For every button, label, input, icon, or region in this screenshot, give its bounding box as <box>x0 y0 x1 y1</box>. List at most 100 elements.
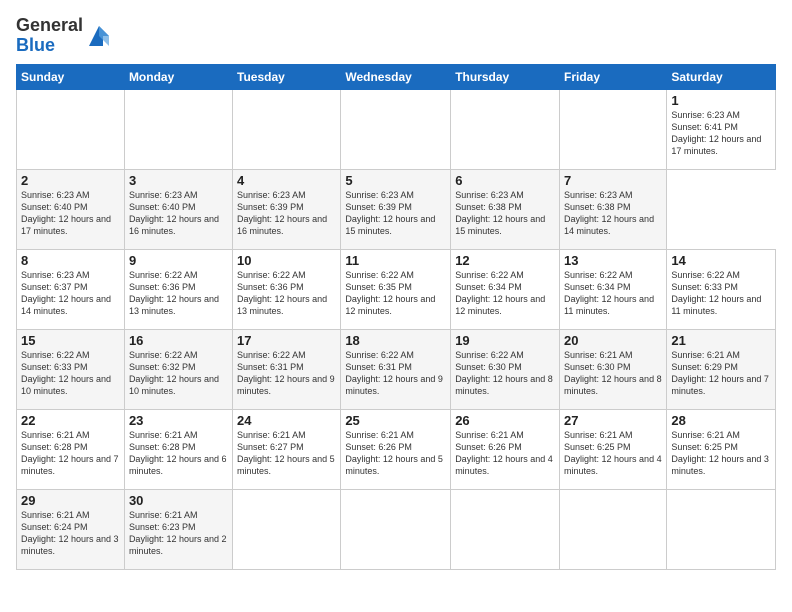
day-detail: Sunrise: 6:23 AMSunset: 6:40 PMDaylight:… <box>129 190 219 236</box>
header: General Blue <box>16 16 776 56</box>
day-number: 24 <box>237 413 336 428</box>
page: General Blue Sunday Monday Tuesday <box>0 0 792 612</box>
day-detail: Sunrise: 6:21 AMSunset: 6:26 PMDaylight:… <box>345 430 443 476</box>
col-thursday: Thursday <box>451 64 560 89</box>
day-detail: Sunrise: 6:21 AMSunset: 6:28 PMDaylight:… <box>21 430 119 476</box>
day-number: 1 <box>671 93 771 108</box>
col-tuesday: Tuesday <box>233 64 341 89</box>
col-wednesday: Wednesday <box>341 64 451 89</box>
day-detail: Sunrise: 6:21 AMSunset: 6:26 PMDaylight:… <box>455 430 553 476</box>
day-number: 4 <box>237 173 336 188</box>
calendar-week-row: 8 Sunrise: 6:23 AMSunset: 6:37 PMDayligh… <box>17 249 776 329</box>
day-number: 26 <box>455 413 555 428</box>
col-friday: Friday <box>560 64 667 89</box>
calendar-cell: 23 Sunrise: 6:21 AMSunset: 6:28 PMDaylig… <box>124 409 232 489</box>
day-number: 8 <box>21 253 120 268</box>
calendar-table: Sunday Monday Tuesday Wednesday Thursday… <box>16 64 776 570</box>
col-saturday: Saturday <box>667 64 776 89</box>
day-number: 21 <box>671 333 771 348</box>
day-number: 5 <box>345 173 446 188</box>
day-detail: Sunrise: 6:21 AMSunset: 6:25 PMDaylight:… <box>671 430 769 476</box>
col-sunday: Sunday <box>17 64 125 89</box>
day-number: 25 <box>345 413 446 428</box>
day-detail: Sunrise: 6:23 AMSunset: 6:39 PMDaylight:… <box>345 190 435 236</box>
day-detail: Sunrise: 6:22 AMSunset: 6:35 PMDaylight:… <box>345 270 435 316</box>
day-number: 29 <box>21 493 120 508</box>
day-detail: Sunrise: 6:22 AMSunset: 6:33 PMDaylight:… <box>21 350 111 396</box>
day-detail: Sunrise: 6:22 AMSunset: 6:36 PMDaylight:… <box>129 270 219 316</box>
calendar-cell: 2 Sunrise: 6:23 AMSunset: 6:40 PMDayligh… <box>17 169 125 249</box>
calendar-cell: 6 Sunrise: 6:23 AMSunset: 6:38 PMDayligh… <box>451 169 560 249</box>
calendar-cell: 10 Sunrise: 6:22 AMSunset: 6:36 PMDaylig… <box>233 249 341 329</box>
logo: General Blue <box>16 16 113 56</box>
day-detail: Sunrise: 6:23 AMSunset: 6:39 PMDaylight:… <box>237 190 327 236</box>
day-number: 15 <box>21 333 120 348</box>
day-detail: Sunrise: 6:21 AMSunset: 6:29 PMDaylight:… <box>671 350 769 396</box>
calendar-cell <box>451 489 560 569</box>
day-number: 20 <box>564 333 662 348</box>
calendar-cell: 16 Sunrise: 6:22 AMSunset: 6:32 PMDaylig… <box>124 329 232 409</box>
calendar-cell: 13 Sunrise: 6:22 AMSunset: 6:34 PMDaylig… <box>560 249 667 329</box>
day-number: 18 <box>345 333 446 348</box>
calendar-cell <box>17 89 125 169</box>
day-number: 14 <box>671 253 771 268</box>
calendar-cell: 15 Sunrise: 6:22 AMSunset: 6:33 PMDaylig… <box>17 329 125 409</box>
calendar-cell <box>124 89 232 169</box>
calendar-cell <box>233 89 341 169</box>
day-detail: Sunrise: 6:23 AMSunset: 6:37 PMDaylight:… <box>21 270 111 316</box>
day-detail: Sunrise: 6:21 AMSunset: 6:25 PMDaylight:… <box>564 430 662 476</box>
day-number: 6 <box>455 173 555 188</box>
day-number: 12 <box>455 253 555 268</box>
calendar-cell: 9 Sunrise: 6:22 AMSunset: 6:36 PMDayligh… <box>124 249 232 329</box>
calendar-cell: 28 Sunrise: 6:21 AMSunset: 6:25 PMDaylig… <box>667 409 776 489</box>
day-number: 27 <box>564 413 662 428</box>
calendar-week-row: 15 Sunrise: 6:22 AMSunset: 6:33 PMDaylig… <box>17 329 776 409</box>
calendar-cell: 20 Sunrise: 6:21 AMSunset: 6:30 PMDaylig… <box>560 329 667 409</box>
day-number: 9 <box>129 253 228 268</box>
day-number: 10 <box>237 253 336 268</box>
calendar-cell: 17 Sunrise: 6:22 AMSunset: 6:31 PMDaylig… <box>233 329 341 409</box>
day-detail: Sunrise: 6:22 AMSunset: 6:34 PMDaylight:… <box>564 270 654 316</box>
calendar-week-row: 22 Sunrise: 6:21 AMSunset: 6:28 PMDaylig… <box>17 409 776 489</box>
day-number: 28 <box>671 413 771 428</box>
calendar-cell: 22 Sunrise: 6:21 AMSunset: 6:28 PMDaylig… <box>17 409 125 489</box>
day-number: 22 <box>21 413 120 428</box>
day-detail: Sunrise: 6:21 AMSunset: 6:30 PMDaylight:… <box>564 350 662 396</box>
day-number: 17 <box>237 333 336 348</box>
calendar-cell <box>341 489 451 569</box>
calendar-cell: 8 Sunrise: 6:23 AMSunset: 6:37 PMDayligh… <box>17 249 125 329</box>
day-detail: Sunrise: 6:22 AMSunset: 6:30 PMDaylight:… <box>455 350 553 396</box>
calendar-cell: 5 Sunrise: 6:23 AMSunset: 6:39 PMDayligh… <box>341 169 451 249</box>
day-number: 16 <box>129 333 228 348</box>
day-detail: Sunrise: 6:23 AMSunset: 6:38 PMDaylight:… <box>564 190 654 236</box>
calendar-cell: 18 Sunrise: 6:22 AMSunset: 6:31 PMDaylig… <box>341 329 451 409</box>
calendar-header-row: Sunday Monday Tuesday Wednesday Thursday… <box>17 64 776 89</box>
day-detail: Sunrise: 6:23 AMSunset: 6:41 PMDaylight:… <box>671 110 761 156</box>
day-number: 7 <box>564 173 662 188</box>
calendar-cell: 30 Sunrise: 6:21 AMSunset: 6:23 PMDaylig… <box>124 489 232 569</box>
col-monday: Monday <box>124 64 232 89</box>
calendar-cell: 1 Sunrise: 6:23 AMSunset: 6:41 PMDayligh… <box>667 89 776 169</box>
day-number: 2 <box>21 173 120 188</box>
calendar-cell <box>667 489 776 569</box>
logo-text: General Blue <box>16 16 83 56</box>
day-detail: Sunrise: 6:22 AMSunset: 6:31 PMDaylight:… <box>237 350 335 396</box>
calendar-cell: 3 Sunrise: 6:23 AMSunset: 6:40 PMDayligh… <box>124 169 232 249</box>
day-detail: Sunrise: 6:22 AMSunset: 6:33 PMDaylight:… <box>671 270 761 316</box>
calendar-cell: 7 Sunrise: 6:23 AMSunset: 6:38 PMDayligh… <box>560 169 667 249</box>
calendar-week-row: 2 Sunrise: 6:23 AMSunset: 6:40 PMDayligh… <box>17 169 776 249</box>
calendar-week-row: 29 Sunrise: 6:21 AMSunset: 6:24 PMDaylig… <box>17 489 776 569</box>
logo-icon <box>85 22 113 50</box>
day-number: 30 <box>129 493 228 508</box>
calendar-cell: 4 Sunrise: 6:23 AMSunset: 6:39 PMDayligh… <box>233 169 341 249</box>
calendar-cell: 25 Sunrise: 6:21 AMSunset: 6:26 PMDaylig… <box>341 409 451 489</box>
logo-blue: Blue <box>16 35 55 55</box>
day-detail: Sunrise: 6:23 AMSunset: 6:40 PMDaylight:… <box>21 190 111 236</box>
day-detail: Sunrise: 6:22 AMSunset: 6:34 PMDaylight:… <box>455 270 545 316</box>
day-detail: Sunrise: 6:21 AMSunset: 6:27 PMDaylight:… <box>237 430 335 476</box>
day-detail: Sunrise: 6:21 AMSunset: 6:24 PMDaylight:… <box>21 510 119 556</box>
calendar-cell: 21 Sunrise: 6:21 AMSunset: 6:29 PMDaylig… <box>667 329 776 409</box>
calendar-cell: 11 Sunrise: 6:22 AMSunset: 6:35 PMDaylig… <box>341 249 451 329</box>
calendar-cell: 29 Sunrise: 6:21 AMSunset: 6:24 PMDaylig… <box>17 489 125 569</box>
day-detail: Sunrise: 6:21 AMSunset: 6:23 PMDaylight:… <box>129 510 227 556</box>
